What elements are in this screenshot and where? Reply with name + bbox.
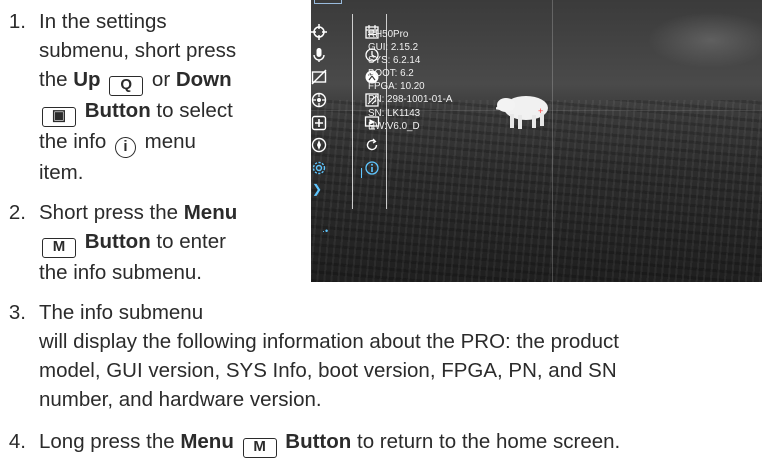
step-line: the Up Q or Down <box>39 65 236 96</box>
step-number: 4. <box>8 430 26 453</box>
step-line: Long press the Menu M Button to return t… <box>39 427 620 458</box>
step-text: In the settings submenu, short press the… <box>39 7 236 187</box>
palette-icon[interactable] <box>311 89 327 112</box>
info-line-model: RH50Pro <box>368 29 409 40</box>
zoom-box-icon[interactable] <box>311 111 327 134</box>
info-line-pn: PN: 298-1001-01-A <box>368 94 453 106</box>
menu-label: Menu <box>183 201 238 224</box>
menu-button-icon: M <box>42 238 76 258</box>
step-line: item. <box>39 161 84 184</box>
step-line: In the settings <box>39 10 167 33</box>
step-line: the info submenu. <box>39 261 202 284</box>
info-icon: i <box>114 137 136 158</box>
device-info-list: RH50Pro GUI: 2.15.2 SYS: 6.2.14 BOOT: 6.… <box>368 28 452 133</box>
info-line-sn: SN: LK1143 <box>368 107 421 119</box>
selection-arrow-icon: ❯ <box>312 182 323 196</box>
info-line-hw: HW:V6.0_D <box>368 120 420 132</box>
info-line-boot: BOOT: 6.2 <box>368 68 414 80</box>
step-line: submenu, short press <box>39 39 237 62</box>
up-button-icon: Q <box>109 76 144 96</box>
submenu-left-separator <box>361 168 362 178</box>
step-line: ▣ Button to select <box>39 96 236 127</box>
crosshair-icon[interactable] <box>311 21 327 44</box>
reticle-vertical-line <box>552 0 553 282</box>
step-line: the info i menu <box>39 127 236 158</box>
menu-button-icon: M <box>242 438 277 458</box>
up-label: Up <box>73 68 101 91</box>
step-line: Short press the Menu <box>39 201 238 224</box>
step-line: will display the following information a… <box>39 330 620 353</box>
step-line: number, and hardware version. <box>39 388 322 411</box>
menu-separator <box>352 14 353 209</box>
target-marker: + <box>538 106 544 116</box>
top-indicator <box>314 0 342 4</box>
restore-icon[interactable] <box>364 134 380 157</box>
down-label: Down <box>175 68 232 91</box>
menu-label: Menu <box>180 430 234 453</box>
step-line: The info submenu <box>39 301 204 324</box>
down-button-icon: ▣ <box>42 107 76 127</box>
step-text: Short press the Menu M Button to enter t… <box>39 198 237 287</box>
step-number: 1. <box>8 10 26 33</box>
main-menu-column <box>311 21 331 179</box>
step-line: model, GUI version, SYS Info, boot versi… <box>39 359 617 382</box>
step-number: 3. <box>8 301 26 324</box>
settings-gear-icon[interactable] <box>311 157 327 180</box>
step-text: Long press the Menu M Button to return t… <box>39 427 620 458</box>
info-icon[interactable] <box>364 157 380 180</box>
info-line-sys: SYS: 6.2.14 <box>368 55 421 67</box>
screen-off-icon[interactable] <box>311 66 327 89</box>
step-text: The info submenu will display the follow… <box>39 298 619 414</box>
thermal-screenshot: + ❯ RH50Pro GUI: 2.15.2 SYS: 6.2.14 BOOT… <box>311 0 762 282</box>
info-line-gui: GUI: 2.15.2 <box>368 42 419 54</box>
microphone-icon[interactable] <box>311 44 327 67</box>
boar-silhouette <box>496 96 548 129</box>
info-line-fpga: FPGA: 10.20 <box>368 81 425 93</box>
compass-icon[interactable] <box>311 134 327 157</box>
step-line: M Button to enter <box>39 227 237 258</box>
step-number: 2. <box>8 201 26 224</box>
page-indicator-dots: ·• <box>322 226 329 236</box>
